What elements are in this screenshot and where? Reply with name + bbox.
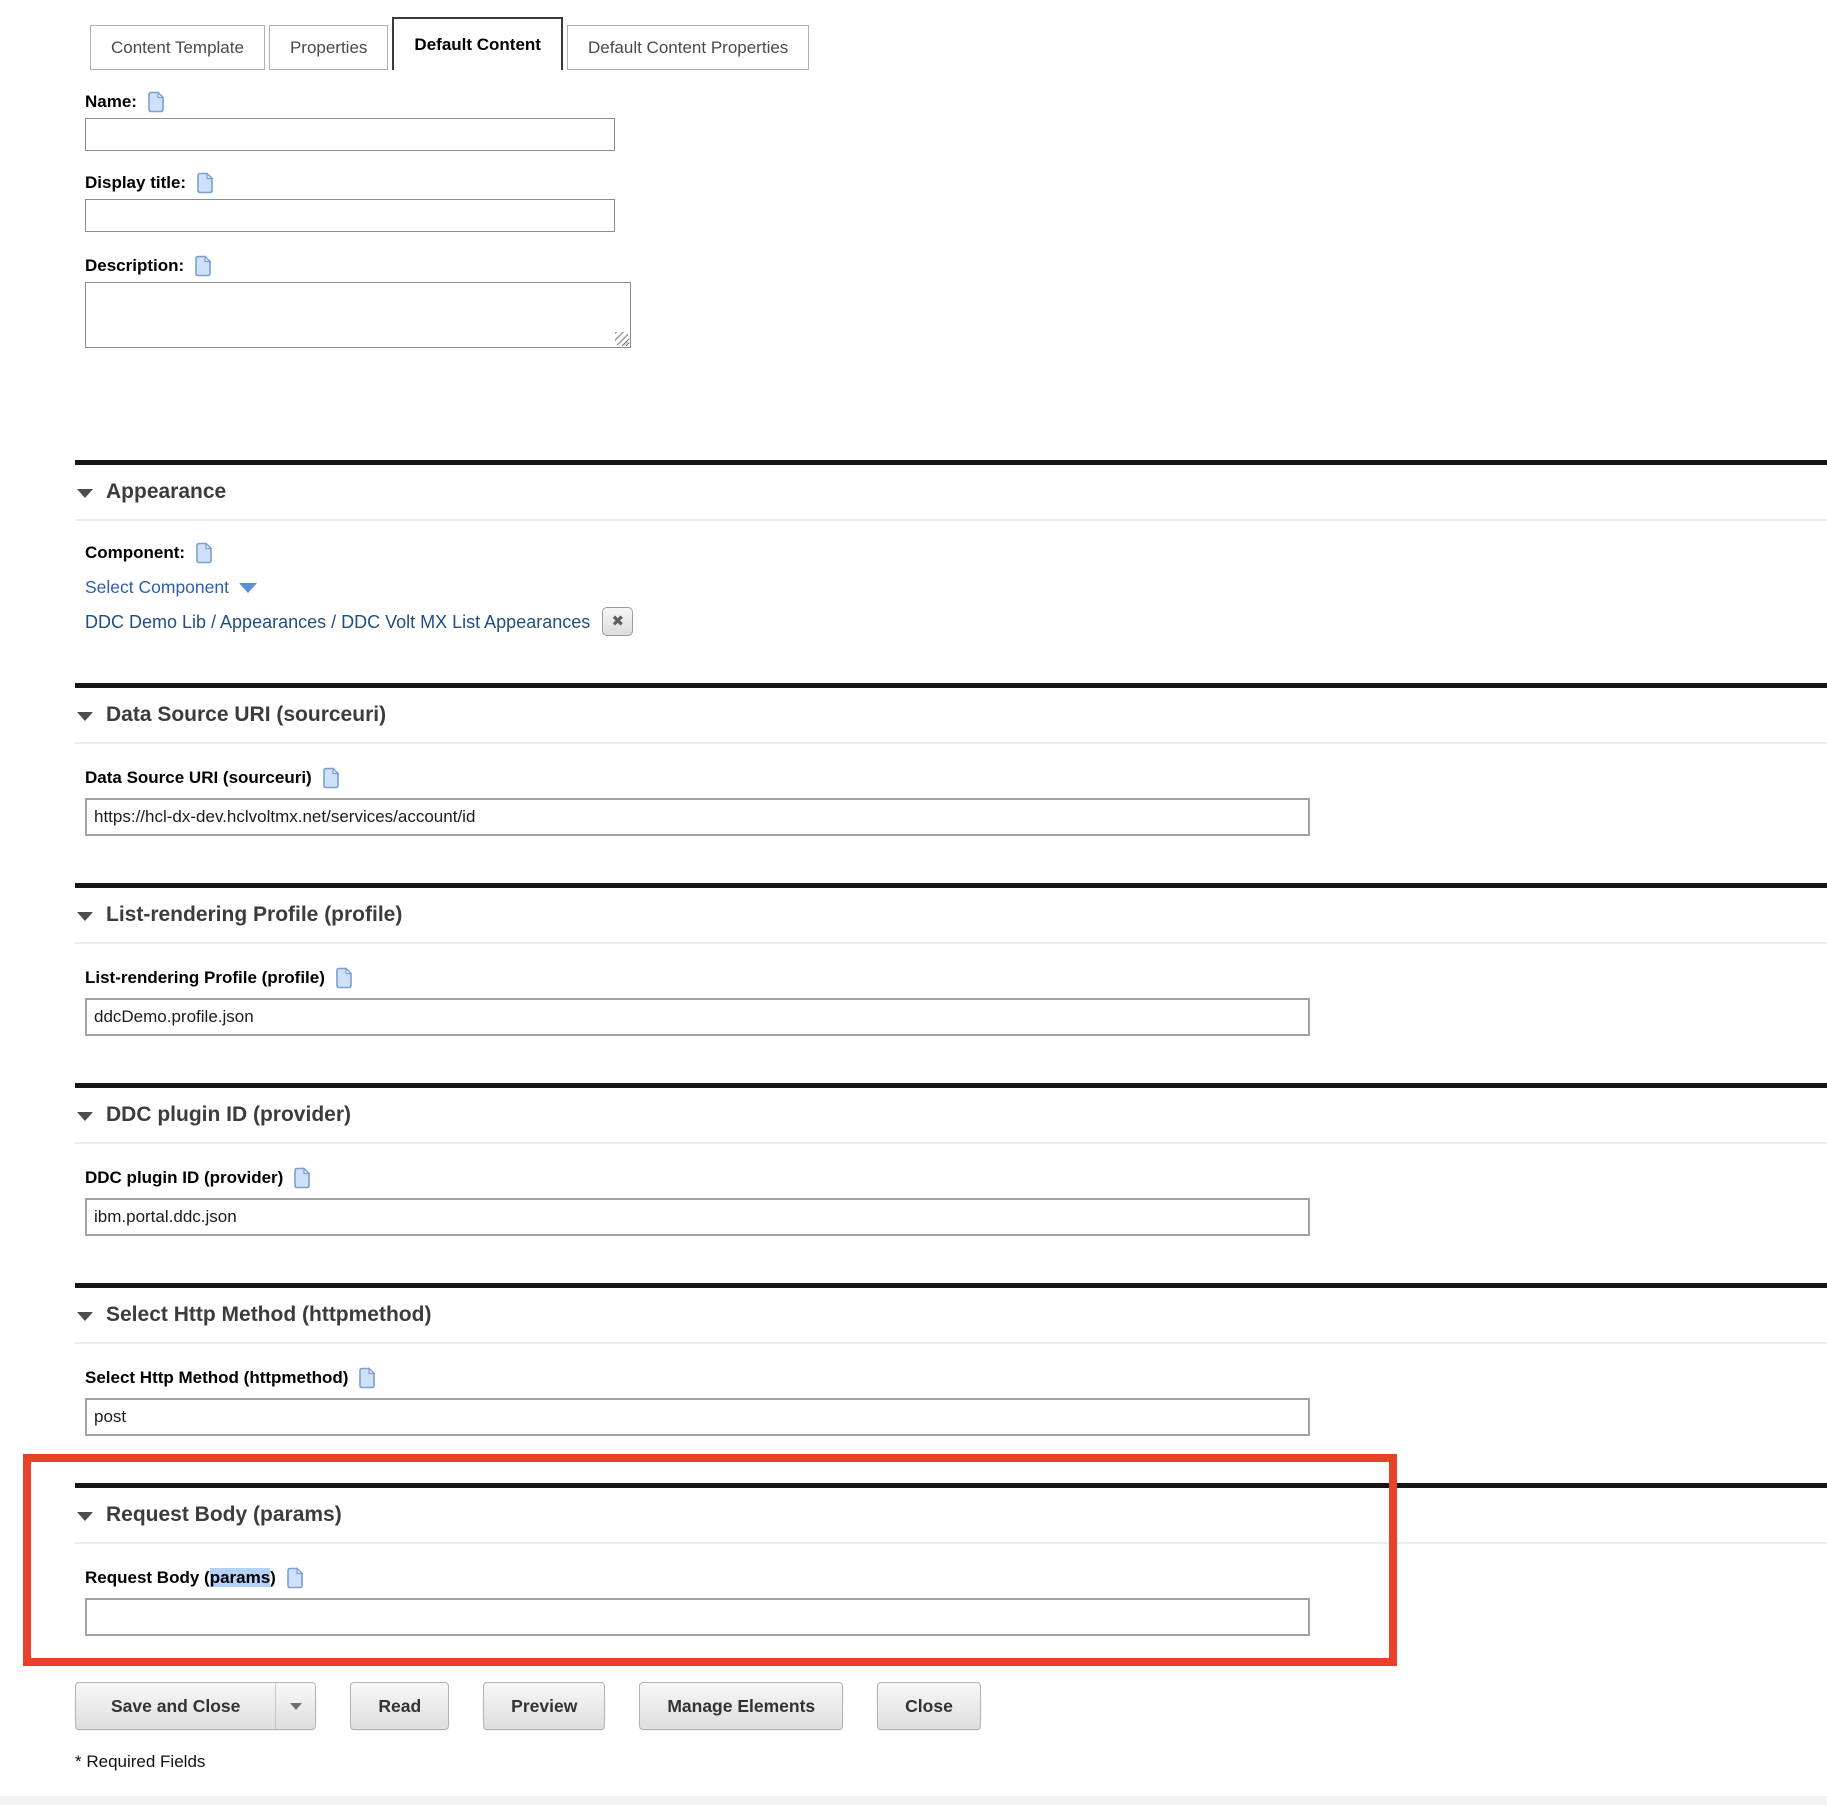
http-method-input[interactable] <box>85 1398 1310 1436</box>
section-separator <box>75 1342 1827 1344</box>
action-button-row: Save and Close Read Preview Manage Eleme… <box>75 1682 1827 1730</box>
document-icon[interactable] <box>146 91 166 113</box>
document-icon[interactable] <box>194 542 214 564</box>
component-label: Component: <box>85 541 1827 565</box>
section-separator <box>75 742 1827 744</box>
section-ddc-plugin-id: DDC plugin ID (provider) DDC plugin ID (… <box>75 1083 1827 1236</box>
save-options-dropdown-button[interactable] <box>275 1683 315 1729</box>
section-header-ddc-plugin-id[interactable]: DDC plugin ID (provider) <box>77 1102 351 1128</box>
close-button[interactable]: Close <box>877 1682 981 1730</box>
document-icon[interactable] <box>292 1167 312 1189</box>
section-header-appearance[interactable]: Appearance <box>77 479 226 505</box>
remove-component-button[interactable]: ✖ <box>602 607 633 636</box>
list-rendering-profile-input[interactable] <box>85 998 1310 1036</box>
section-data-source-uri: Data Source URI (sourceuri) Data Source … <box>75 683 1827 836</box>
section-header-http-method[interactable]: Select Http Method (httpmethod) <box>77 1302 431 1328</box>
name-input[interactable] <box>85 118 615 151</box>
http-method-label: Select Http Method (httpmethod) <box>85 1366 1827 1390</box>
list-rendering-profile-label: List-rendering Profile (profile) <box>85 966 1827 990</box>
chevron-down-icon <box>77 489 93 498</box>
document-icon[interactable] <box>285 1567 305 1589</box>
dropdown-triangle-icon[interactable] <box>239 583 257 593</box>
tab-default-content-properties[interactable]: Default Content Properties <box>567 25 809 70</box>
name-label: Name: <box>85 90 1827 114</box>
section-header-list-rendering-profile[interactable]: List-rendering Profile (profile) <box>77 902 402 928</box>
section-divider <box>75 683 1827 688</box>
chevron-down-icon <box>290 1703 302 1710</box>
section-header-data-source-uri[interactable]: Data Source URI (sourceuri) <box>77 702 386 728</box>
chevron-down-icon <box>77 1512 93 1521</box>
section-separator <box>75 942 1827 944</box>
section-separator <box>75 1142 1827 1144</box>
chevron-down-icon <box>77 912 93 921</box>
read-button[interactable]: Read <box>350 1682 449 1730</box>
section-separator <box>75 1542 1827 1544</box>
section-divider <box>75 1283 1827 1288</box>
section-list-rendering-profile: List-rendering Profile (profile) List-re… <box>75 883 1827 1036</box>
section-divider <box>75 883 1827 888</box>
document-icon[interactable] <box>195 172 215 194</box>
section-divider <box>75 1483 1827 1488</box>
request-body-input[interactable] <box>85 1598 1310 1636</box>
chevron-down-icon <box>77 712 93 721</box>
document-icon[interactable] <box>334 967 354 989</box>
bottom-edge-strip <box>0 1796 1827 1805</box>
section-http-method: Select Http Method (httpmethod) Select H… <box>75 1283 1827 1436</box>
ddc-plugin-id-input[interactable] <box>85 1198 1310 1236</box>
section-separator <box>75 519 1827 521</box>
preview-button[interactable]: Preview <box>483 1682 605 1730</box>
selected-component-breadcrumb-link[interactable]: DDC Demo Lib / Appearances / DDC Volt MX… <box>85 610 590 634</box>
display-title-label: Display title: <box>85 171 1827 195</box>
chevron-down-icon <box>77 1312 93 1321</box>
request-body-label: Request Body (params) <box>85 1566 1827 1590</box>
save-and-close-split-button: Save and Close <box>75 1682 316 1730</box>
data-source-uri-label: Data Source URI (sourceuri) <box>85 766 1827 790</box>
select-component-link[interactable]: Select Component <box>85 575 229 599</box>
description-textarea[interactable] <box>85 282 631 348</box>
display-title-input[interactable] <box>85 199 615 232</box>
ddc-plugin-id-label: DDC plugin ID (provider) <box>85 1166 1827 1190</box>
content-form-page: Content Template Properties Default Cont… <box>0 0 1827 1772</box>
manage-elements-button[interactable]: Manage Elements <box>639 1682 843 1730</box>
tab-bar: Content Template Properties Default Cont… <box>90 16 1827 70</box>
save-and-close-button[interactable]: Save and Close <box>76 1683 275 1729</box>
description-label: Description: <box>85 254 1827 278</box>
section-appearance: Appearance Component: Select Component D… <box>75 460 1827 636</box>
chevron-down-icon <box>77 1112 93 1121</box>
section-divider <box>75 1083 1827 1088</box>
document-icon[interactable] <box>193 255 213 277</box>
tab-default-content[interactable]: Default Content <box>392 17 563 70</box>
required-fields-note: * Required Fields <box>75 1752 1827 1772</box>
section-header-request-body[interactable]: Request Body (params) <box>77 1502 342 1528</box>
section-request-body: Request Body (params) Request Body (para… <box>75 1483 1827 1636</box>
selected-text: params <box>210 1568 270 1587</box>
document-icon[interactable] <box>321 767 341 789</box>
tab-content-template[interactable]: Content Template <box>90 25 265 70</box>
document-icon[interactable] <box>357 1367 377 1389</box>
data-source-uri-input[interactable] <box>85 798 1310 836</box>
tab-properties[interactable]: Properties <box>269 25 388 70</box>
section-divider <box>75 460 1827 465</box>
